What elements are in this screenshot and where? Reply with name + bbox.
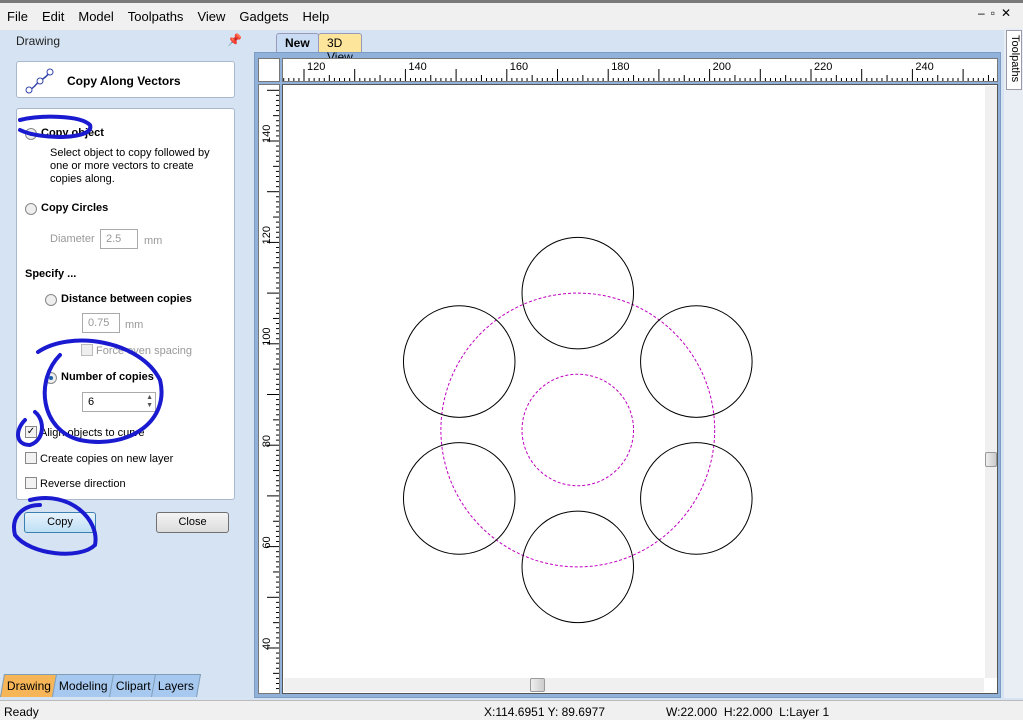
panel-title: Drawing	[16, 34, 61, 48]
pin-icon[interactable]: 📌	[227, 33, 242, 47]
distance-unit: mm	[125, 319, 144, 331]
status-size: W:22.000 H:22.000 L:Layer 1	[666, 705, 830, 719]
specify-heading: Specify ...	[25, 268, 77, 280]
menu-toolpaths[interactable]: Toolpaths	[121, 3, 191, 30]
align-label: Align objects to curve	[40, 427, 145, 439]
vertical-scrollbar[interactable]	[985, 86, 997, 678]
copied-circle[interactable]	[521, 510, 635, 624]
distance-radio[interactable]	[45, 294, 57, 306]
tab-new[interactable]: New	[276, 33, 319, 52]
copy-object-radio[interactable]	[25, 128, 37, 140]
stepper-arrows-icon[interactable]: ▲ ▼	[146, 394, 153, 410]
horizontal-scroll-thumb[interactable]	[530, 678, 545, 692]
distance-label: Distance between copies	[61, 293, 192, 305]
drawing-canvas[interactable]	[282, 84, 998, 694]
ruler-label: 180	[611, 61, 629, 73]
diameter-unit: mm	[144, 235, 163, 247]
bottom-tabs: Drawing Modeling Clipart Layers	[0, 674, 202, 698]
menu-bar: File Edit Model Toolpaths View Gadgets Help	[0, 0, 1023, 30]
menu-gadgets[interactable]: Gadgets	[232, 3, 295, 30]
diameter-input[interactable]: 2.5	[100, 229, 138, 249]
reverse-checkbox[interactable]	[25, 477, 37, 489]
copy-object-desc-3: copies along.	[50, 173, 115, 185]
copy-object-desc-1: Select object to copy followed by	[50, 147, 210, 159]
menu-view[interactable]: View	[190, 3, 232, 30]
reverse-label: Reverse direction	[40, 478, 126, 490]
copy-object-desc-2: one or more vectors to create	[50, 160, 194, 172]
tab-toolpaths[interactable]: Toolpaths	[1006, 30, 1022, 90]
tab-layers[interactable]: Layers	[151, 674, 202, 697]
copy-form: Copy object Select object to copy follow…	[16, 108, 235, 500]
ruler-label: 120	[307, 61, 325, 73]
ruler-label: 60	[261, 536, 273, 548]
status-bar: Ready X:114.6951 Y: 89.6977 W:22.000 H:2…	[0, 700, 1023, 720]
number-of-copies-label: Number of copies	[61, 371, 154, 383]
copy-circles-label: Copy Circles	[41, 202, 109, 214]
new-layer-checkbox[interactable]	[25, 452, 37, 464]
vertical-scroll-thumb[interactable]	[985, 452, 997, 467]
horizontal-scrollbar[interactable]	[284, 678, 984, 692]
force-even-checkbox[interactable]	[81, 344, 93, 356]
right-dock	[1004, 28, 1023, 698]
ruler-label: 220	[814, 61, 832, 73]
copies-stepper[interactable]: 6 ▲ ▼	[82, 392, 156, 412]
align-checkbox[interactable]: ✓	[25, 426, 37, 438]
number-of-copies-radio[interactable]	[45, 372, 57, 384]
copied-circle[interactable]	[640, 305, 753, 418]
copy-object-label: Copy object	[41, 127, 104, 139]
menu-help[interactable]: Help	[296, 3, 337, 30]
path-vector-circle[interactable]	[440, 292, 716, 568]
ruler-corner	[258, 58, 280, 82]
copy-along-vectors-icon	[25, 68, 54, 94]
copied-circle[interactable]	[521, 236, 635, 350]
copy-circles-radio[interactable]	[25, 203, 37, 215]
copied-circle[interactable]	[402, 442, 516, 555]
status-ready: Ready	[4, 705, 39, 719]
close-button[interactable]: Close	[156, 512, 229, 533]
diameter-label: Diameter	[50, 233, 95, 245]
tool-title: Copy Along Vectors	[67, 74, 181, 88]
tab-clipart[interactable]: Clipart	[108, 674, 158, 697]
copies-value: 6	[88, 396, 95, 408]
panel-header: Drawing 📌	[4, 30, 248, 52]
ruler-label: 80	[261, 435, 273, 447]
ruler-label: 100	[261, 327, 273, 345]
window-controls[interactable]: –▫✕	[978, 6, 1017, 20]
ruler-label: 240	[915, 61, 933, 73]
ruler-label: 200	[713, 61, 731, 73]
ruler-label: 120	[261, 226, 273, 244]
distance-input[interactable]: 0.75	[82, 313, 120, 333]
menu-edit[interactable]: Edit	[35, 3, 71, 30]
source-circle[interactable]	[521, 373, 635, 487]
tab-drawing[interactable]: Drawing	[0, 674, 59, 697]
menu-model[interactable]: Model	[71, 3, 120, 30]
vertical-ruler: 140 120 100 80 60 40	[258, 84, 280, 694]
horizontal-ruler: 120 140 160 180 200 220 240	[282, 58, 998, 82]
ruler-label: 40	[261, 638, 273, 650]
ruler-label: 140	[261, 125, 273, 143]
tab-3d-view[interactable]: 3D View	[318, 33, 362, 64]
new-layer-label: Create copies on new layer	[40, 453, 174, 465]
status-coords: X:114.6951 Y: 89.6977	[484, 705, 606, 719]
menu-file[interactable]: File	[0, 3, 35, 30]
ruler-label: 160	[510, 61, 528, 73]
ruler-label: 140	[408, 61, 426, 73]
tab-modeling[interactable]: Modeling	[51, 674, 115, 697]
copy-button[interactable]: Copy	[24, 512, 96, 533]
force-even-label: Force even spacing	[96, 345, 192, 357]
tool-title-card: Copy Along Vectors	[16, 61, 235, 98]
